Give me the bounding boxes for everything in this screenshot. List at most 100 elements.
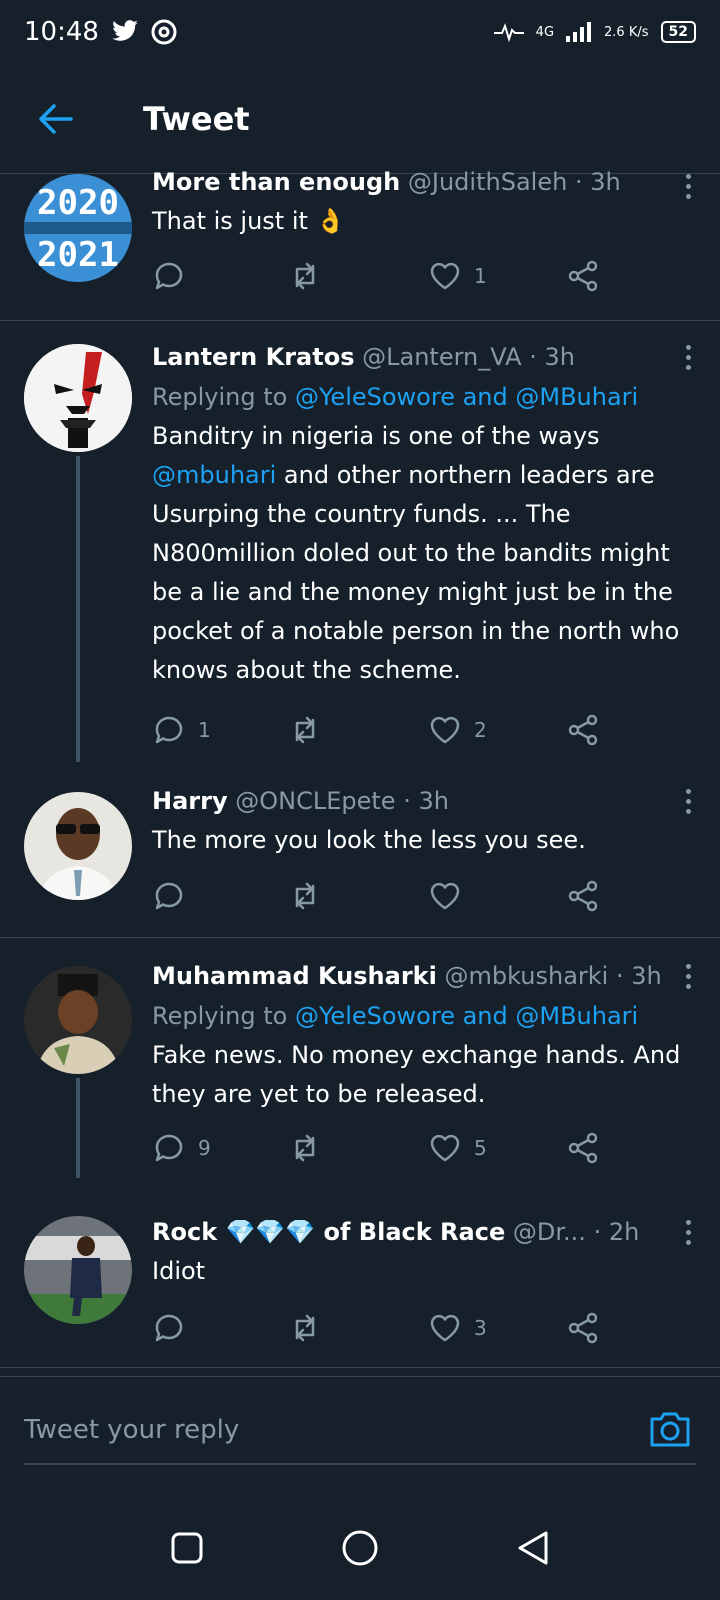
back-nav-button[interactable] [508, 1523, 558, 1573]
tweet-header: Rock 💎💎💎 of Black Race @Dr... · 2h [152, 1214, 700, 1250]
status-bar: 10:48 4G 2.6 K/s 52 [0, 0, 720, 64]
replying-to-label: Replying to [152, 1002, 288, 1030]
tweet-header: Muhammad Kusharki @mbkusharki · 3h [152, 958, 700, 994]
reply-icon [155, 1314, 183, 1342]
author-name[interactable]: Lantern Kratos [152, 343, 354, 371]
reply-button[interactable] [152, 256, 198, 296]
camera-button[interactable] [646, 1405, 694, 1453]
back-icon [518, 1531, 548, 1565]
retweet-button[interactable] [288, 1308, 334, 1348]
network-speed: 2.6 K/s [604, 24, 649, 40]
more-options-button[interactable] [674, 783, 702, 819]
more-icon [685, 963, 691, 969]
reply-button[interactable] [152, 876, 198, 916]
tweet-text: Banditry in nigeria is one of the ways @… [152, 417, 700, 690]
tweet-header: Lantern Kratos @Lantern_VA · 3h [152, 339, 700, 375]
separator-dot: · [574, 168, 583, 196]
tweet-text-part: Banditry in nigeria is one of the ways [152, 422, 600, 450]
tweet-item[interactable]: 2020 2021 More than enough @JudithSaleh ·… [0, 164, 720, 321]
author-name[interactable]: Harry [152, 787, 228, 815]
reply-icon [155, 716, 183, 744]
share-icon [568, 1312, 598, 1344]
tweet-time: 3h [631, 962, 662, 990]
like-icon [430, 1134, 460, 1162]
tweet-item[interactable]: Lantern Kratos @Lantern_VA · 3h Replying… [0, 322, 720, 762]
retweet-button[interactable] [288, 256, 334, 296]
author-name[interactable]: Rock 💎💎💎 of Black Race [152, 1218, 505, 1246]
more-icon [685, 788, 691, 794]
replying-to-mentions[interactable]: @YeleSowore and @MBuhari [295, 1002, 638, 1030]
share-button[interactable] [566, 1308, 600, 1348]
back-button[interactable] [25, 89, 85, 149]
reply-icon [155, 1134, 183, 1162]
replying-to-mentions[interactable]: @YeleSowore and @MBuhari [295, 383, 638, 411]
app-header: Tweet [0, 64, 720, 174]
system-nav-bar [0, 1496, 720, 1600]
author-handle[interactable]: @Dr... [513, 1218, 586, 1246]
avatar[interactable] [24, 966, 132, 1074]
reply-icon [155, 882, 183, 910]
author-handle[interactable]: @mbkusharki [445, 962, 609, 990]
replying-to: Replying to @YeleSowore and @MBuhari [152, 998, 700, 1034]
avatar[interactable] [24, 344, 132, 452]
author-handle[interactable]: @ONCLEpete [235, 787, 395, 815]
separator-dot: · [615, 962, 624, 990]
like-count: 2 [474, 718, 487, 742]
reply-button[interactable] [152, 1308, 198, 1348]
author-name[interactable]: More than enough [152, 168, 400, 196]
reply-button[interactable]: 1 [152, 710, 211, 750]
share-button[interactable] [566, 256, 600, 296]
author-handle[interactable]: @JudithSaleh [408, 168, 567, 196]
replying-to-label: Replying to [152, 383, 288, 411]
retweet-button[interactable] [288, 876, 334, 916]
tweet-text: That is just it 👌 [152, 207, 346, 235]
share-button[interactable] [566, 1128, 600, 1168]
avatar[interactable]: 2020 2021 [24, 174, 132, 282]
reply-input[interactable] [24, 1405, 604, 1455]
like-button[interactable] [428, 876, 474, 916]
back-arrow-icon [39, 103, 73, 134]
chrome-icon [151, 19, 177, 45]
share-button[interactable] [566, 876, 600, 916]
tweet-time: 3h [418, 787, 449, 815]
like-icon [430, 262, 460, 290]
recents-button[interactable] [162, 1523, 212, 1573]
network-type: 4G [535, 24, 555, 40]
tweet-text-part: and other northern leaders are Usurping … [152, 461, 680, 684]
reply-icon [155, 262, 183, 290]
status-time: 10:48 [24, 17, 99, 47]
tweet-body: More than enough @JudithSaleh · 3h That … [152, 164, 700, 241]
thread-line [76, 1078, 80, 1178]
retweet-button[interactable] [288, 1128, 334, 1168]
home-button[interactable] [335, 1523, 385, 1573]
more-options-button[interactable] [674, 168, 702, 204]
author-name[interactable]: Muhammad Kusharki [152, 962, 437, 990]
tweet-actions: 9 5 [152, 1128, 622, 1168]
tweet-item[interactable]: Harry @ONCLEpete · 3h The more you look … [0, 762, 720, 938]
like-count: 5 [474, 1136, 487, 1160]
share-button[interactable] [566, 710, 600, 750]
like-button[interactable]: 1 [428, 256, 487, 296]
avatar[interactable] [24, 1216, 132, 1324]
tweet-actions: 3 [152, 1308, 622, 1348]
tweet-item[interactable]: Rock 💎💎💎 of Black Race @Dr... · 2h Idiot… [0, 1178, 720, 1368]
recents-icon [171, 1532, 203, 1564]
battery-indicator: 52 [660, 21, 696, 43]
more-options-button[interactable] [674, 958, 702, 994]
avatar[interactable] [24, 792, 132, 900]
signal-icon [566, 22, 592, 42]
tweet-item[interactable]: Muhammad Kusharki @mbkusharki · 3h Reply… [0, 938, 720, 1178]
replying-to: Replying to @YeleSowore and @MBuhari [152, 379, 700, 415]
like-button[interactable]: 5 [428, 1128, 487, 1168]
like-button[interactable]: 3 [428, 1308, 487, 1348]
reply-underline [24, 1463, 696, 1465]
retweet-button[interactable] [288, 710, 334, 750]
tweet-mention[interactable]: @mbuhari [152, 461, 276, 489]
retweet-icon [295, 882, 315, 910]
retweet-icon [295, 1134, 315, 1162]
more-options-button[interactable] [674, 1214, 702, 1250]
author-handle[interactable]: @Lantern_VA [362, 343, 521, 371]
like-button[interactable]: 2 [428, 710, 487, 750]
reply-button[interactable]: 9 [152, 1128, 211, 1168]
more-options-button[interactable] [674, 339, 702, 375]
